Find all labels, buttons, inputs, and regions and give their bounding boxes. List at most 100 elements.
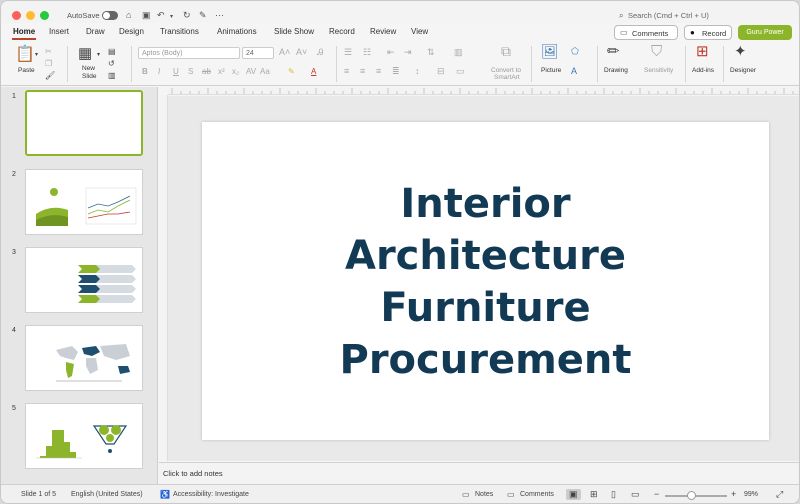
align-right-icon[interactable]: ≡ — [376, 66, 381, 77]
superscript-icon[interactable]: x² — [218, 67, 225, 76]
maximize-window-button[interactable] — [40, 11, 49, 20]
line-spacing-icon[interactable]: ↕ — [415, 66, 420, 77]
slide-thumbnail-3[interactable] — [25, 247, 143, 313]
columns-icon[interactable]: ▥ — [454, 47, 463, 58]
format-painter-icon[interactable]: 🖌 — [45, 70, 55, 81]
add-ins-icon[interactable]: ⊞ — [696, 44, 709, 59]
current-slide[interactable]: Interior Architecture Furniture Procurem… — [202, 122, 769, 440]
section-icon[interactable]: ▥ — [108, 70, 116, 81]
normal-view-icon[interactable]: ▣ — [566, 489, 581, 500]
text-direction-icon[interactable]: ⇅ — [427, 47, 435, 58]
slideshow-view-icon[interactable]: ▭ — [631, 489, 640, 500]
clear-formatting-icon[interactable]: Ꭿ — [317, 47, 324, 58]
italic-icon[interactable]: I — [158, 67, 160, 76]
undo-icon[interactable]: ↶ — [157, 10, 165, 20]
tab-slide-show[interactable]: Slide Show — [274, 27, 314, 36]
shadow-icon[interactable]: S — [188, 67, 193, 76]
justify-icon[interactable]: ≣ — [392, 66, 400, 77]
vertical-ruler[interactable] — [160, 95, 168, 461]
reset-icon[interactable]: ↺ — [108, 58, 115, 69]
sensitivity-icon[interactable]: ⛉ — [651, 44, 662, 59]
title-line: Procurement — [339, 337, 632, 383]
fit-to-window-icon[interactable]: ⤢ — [776, 489, 783, 500]
reading-view-icon[interactable]: ▯ — [611, 489, 616, 500]
notes-pane[interactable]: Click to add notes — [159, 462, 799, 484]
slide-title[interactable]: Interior Architecture Furniture Procurem… — [202, 178, 769, 386]
slide-sorter-icon[interactable]: ⊞ — [590, 489, 598, 500]
drawing-icon[interactable]: ✏ — [607, 44, 620, 59]
zoom-out-icon[interactable]: − — [654, 489, 659, 499]
numbering-icon[interactable]: ☷ — [363, 47, 371, 58]
highlight-icon[interactable]: ✎ — [288, 67, 295, 76]
save-icon[interactable]: ▣ — [142, 10, 151, 20]
layout-icon[interactable]: ▤ — [108, 46, 116, 57]
tab-draw[interactable]: Draw — [86, 27, 105, 36]
align-left-icon[interactable]: ≡ — [344, 66, 349, 77]
align-text-icon[interactable]: ⊟ — [437, 66, 445, 77]
notes-toggle[interactable]: Notes — [475, 491, 493, 498]
slide-thumbnail-4[interactable] — [25, 325, 143, 391]
increase-font-icon[interactable]: A˄ — [279, 47, 290, 58]
picture-icon[interactable]: 🖼 — [541, 44, 559, 58]
autosave-toggle[interactable] — [102, 11, 118, 20]
designer-icon[interactable]: ✦ — [734, 44, 747, 59]
comments-toggle[interactable]: Comments — [520, 491, 554, 498]
new-slide-icon[interactable]: ▦ — [78, 46, 92, 62]
zoom-in-icon[interactable]: + — [731, 489, 736, 499]
cut-icon[interactable]: ✂ — [45, 46, 52, 57]
tab-insert[interactable]: Insert — [49, 27, 69, 36]
notes-icon: ▭ — [462, 490, 470, 499]
textbox-insert-icon[interactable]: A — [571, 66, 577, 77]
tab-home[interactable]: Home — [13, 27, 35, 36]
tab-view[interactable]: View — [411, 27, 428, 36]
text-box-icon[interactable]: ▭ — [456, 66, 465, 77]
font-size-box[interactable]: 24 — [242, 47, 274, 59]
accessibility-status[interactable]: Accessibility: Investigate — [173, 491, 249, 498]
record-button[interactable]: ● Record — [684, 25, 732, 40]
slide-thumbnail-5[interactable] — [25, 403, 143, 469]
change-case-icon[interactable]: Aa — [260, 67, 270, 76]
zoom-slider-track[interactable] — [665, 495, 727, 497]
decrease-indent-icon[interactable]: ⇤ — [387, 47, 395, 58]
paste-icon[interactable]: 📋 — [15, 46, 35, 64]
new-slide-dropdown-icon[interactable]: ▾ — [97, 50, 100, 61]
increase-indent-icon[interactable]: ⇥ — [404, 47, 412, 58]
decrease-font-icon[interactable]: A˅ — [296, 47, 307, 58]
comments-button[interactable]: ▭ Comments — [614, 25, 678, 40]
horizontal-ruler-ticks — [171, 88, 794, 94]
tab-animations[interactable]: Animations — [217, 27, 257, 36]
subscript-icon[interactable]: x₂ — [232, 67, 239, 76]
zoom-slider-knob[interactable] — [687, 491, 696, 500]
slide-thumbnail-2[interactable] — [25, 169, 143, 235]
horizontal-ruler[interactable] — [168, 87, 799, 95]
guru-power-button[interactable]: Guru Power — [738, 25, 792, 40]
copy-icon[interactable]: ❐ — [45, 58, 52, 69]
bullets-icon[interactable]: ☰ — [344, 47, 352, 58]
strikethrough-icon[interactable]: ab — [202, 67, 211, 76]
more-options-icon[interactable]: ⋯ — [215, 10, 224, 20]
redo-icon[interactable]: ↻ — [183, 10, 191, 20]
slide-thumbnail-1[interactable] — [25, 90, 143, 156]
font-name-box[interactable]: Aptos (Body) — [138, 47, 240, 59]
tab-transitions[interactable]: Transitions — [160, 27, 199, 36]
character-spacing-icon[interactable]: AV — [246, 67, 256, 76]
zoom-level[interactable]: 99% — [744, 491, 758, 498]
minimize-window-button[interactable] — [26, 11, 35, 20]
home-icon[interactable]: ⌂ — [126, 10, 131, 20]
smartart-icon[interactable]: ⧉ — [501, 44, 511, 58]
tab-review[interactable]: Review — [370, 27, 396, 36]
paste-dropdown-icon[interactable]: ▾ — [35, 50, 38, 61]
paste-label: Paste — [18, 67, 35, 74]
customize-icon[interactable]: ✎ — [199, 10, 207, 20]
tab-design[interactable]: Design — [119, 27, 144, 36]
bold-icon[interactable]: B — [142, 67, 148, 76]
tab-record[interactable]: Record — [329, 27, 355, 36]
close-window-button[interactable] — [12, 11, 21, 20]
shapes-icon[interactable]: ⬠ — [571, 46, 579, 57]
search-box[interactable]: Search (Cmd + Ctrl + U) — [628, 11, 709, 20]
undo-dropdown-icon[interactable]: ▾ — [170, 12, 173, 22]
underline-icon[interactable]: U — [173, 67, 179, 76]
align-center-icon[interactable]: ≡ — [360, 66, 365, 77]
font-color-icon[interactable]: A — [311, 67, 316, 76]
language-indicator[interactable]: English (United States) — [71, 491, 143, 498]
